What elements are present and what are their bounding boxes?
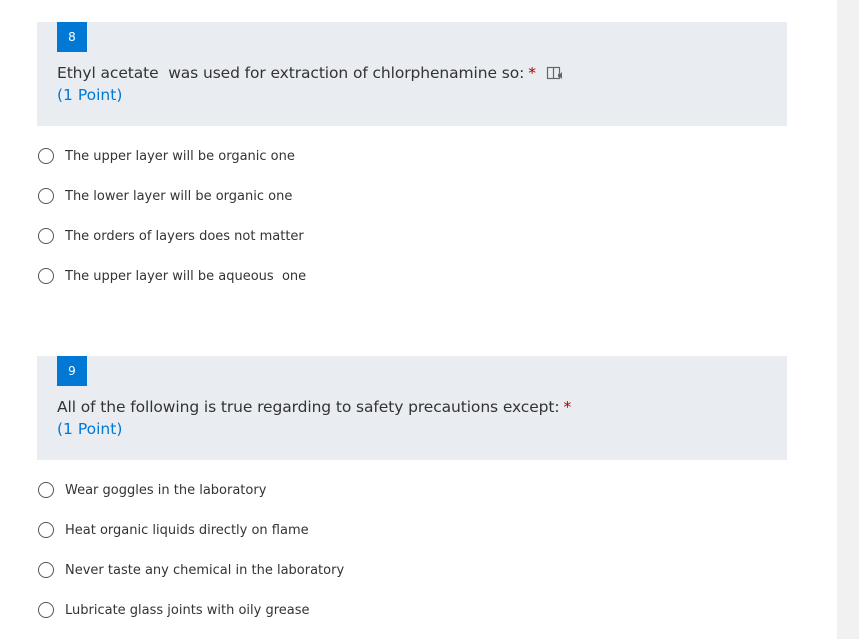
option-row[interactable]: Wear goggles in the laboratory	[38, 480, 266, 500]
radio-button[interactable]	[38, 482, 54, 498]
option-label[interactable]: Heat organic liquids directly on flame	[65, 523, 309, 538]
radio-button[interactable]	[38, 188, 54, 204]
option-row[interactable]: Lubricate glass joints with oily grease	[38, 600, 310, 620]
option-row[interactable]: Never taste any chemical in the laborato…	[38, 560, 344, 580]
option-label[interactable]: The orders of layers does not matter	[65, 229, 304, 244]
required-asterisk: *	[528, 64, 536, 82]
option-label[interactable]: Lubricate glass joints with oily grease	[65, 603, 310, 618]
option-label[interactable]: The upper layer will be aqueous one	[65, 269, 306, 284]
question-8-header: 8 Ethyl acetate was used for extraction …	[37, 22, 787, 126]
question-9-header: 9 All of the following is true regarding…	[37, 356, 787, 460]
option-label[interactable]: Never taste any chemical in the laborato…	[65, 563, 344, 578]
scrollbar-track[interactable]	[837, 0, 859, 639]
radio-button[interactable]	[38, 522, 54, 538]
option-row[interactable]: The upper layer will be aqueous one	[38, 266, 306, 286]
question-points: (1 Point)	[57, 420, 123, 438]
option-label[interactable]: The upper layer will be organic one	[65, 149, 295, 164]
radio-button[interactable]	[38, 602, 54, 618]
radio-button[interactable]	[38, 562, 54, 578]
question-number-badge: 9	[57, 356, 87, 386]
radio-button[interactable]	[38, 268, 54, 284]
question-title: All of the following is true regarding t…	[57, 398, 571, 416]
question-title-text: Ethyl acetate was used for extraction of…	[57, 64, 525, 82]
question-number-badge: 8	[57, 22, 87, 52]
option-label[interactable]: The lower layer will be organic one	[65, 189, 292, 204]
option-row[interactable]: The orders of layers does not matter	[38, 226, 304, 246]
required-asterisk: *	[563, 398, 572, 416]
option-row[interactable]: The upper layer will be organic one	[38, 146, 295, 166]
question-title: Ethyl acetate was used for extraction of…	[57, 64, 564, 82]
immersive-reader-icon[interactable]	[546, 65, 564, 81]
option-row[interactable]: Heat organic liquids directly on flame	[38, 520, 309, 540]
question-points: (1 Point)	[57, 86, 123, 104]
radio-button[interactable]	[38, 148, 54, 164]
radio-button[interactable]	[38, 228, 54, 244]
option-row[interactable]: The lower layer will be organic one	[38, 186, 292, 206]
question-title-text: All of the following is true regarding t…	[57, 398, 560, 416]
option-label[interactable]: Wear goggles in the laboratory	[65, 483, 266, 498]
